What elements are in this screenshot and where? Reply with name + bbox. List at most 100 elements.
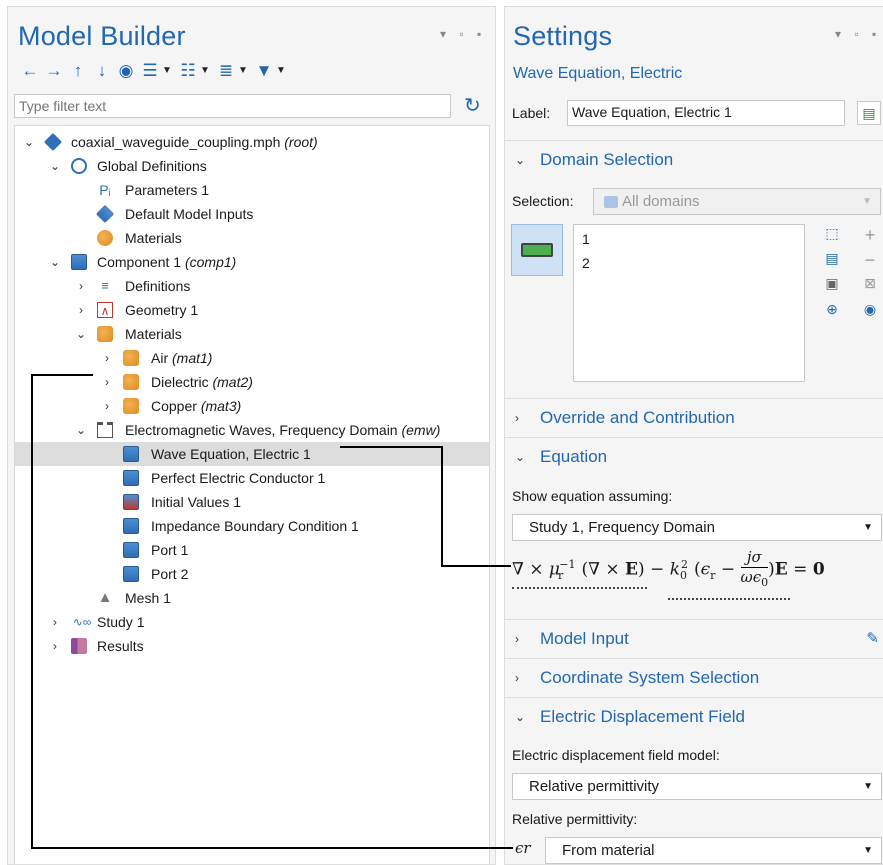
collapse-icon[interactable]: ☰ — [138, 61, 162, 81]
tree-item-port2[interactable]: Port 2 — [15, 562, 489, 586]
chevron-right-icon[interactable]: › — [101, 394, 113, 418]
model-icon — [43, 132, 63, 152]
chevron-down-icon[interactable]: ⌄ — [515, 438, 525, 476]
tree-item-study[interactable]: › ∿∞ Study 1 — [15, 610, 489, 634]
chevron-right-icon[interactable]: › — [49, 610, 61, 634]
filter-icon[interactable]: ▼ — [252, 61, 276, 81]
tree-item-definitions[interactable]: › ≡ Definitions — [15, 274, 489, 298]
chevron-right-icon[interactable]: › — [75, 274, 87, 298]
materials-icon — [97, 326, 113, 342]
tree-item-geometry[interactable]: › ∧ Geometry 1 — [15, 298, 489, 322]
tree-item-parameters[interactable]: Pᵢ Parameters 1 — [15, 178, 489, 202]
chevron-down-icon[interactable]: ▼ — [276, 61, 290, 81]
chevron-right-icon[interactable]: › — [515, 659, 519, 697]
tree-label: Perfect Electric Conductor 1 — [151, 470, 326, 486]
forward-arrow-icon[interactable]: → — [42, 61, 66, 81]
tree-item-global-definitions[interactable]: ⌄ Global Definitions — [15, 154, 489, 178]
add-icon[interactable]: + — [861, 225, 879, 246]
paste-icon[interactable]: ▣ — [823, 275, 841, 292]
list-icon[interactable]: ≣ — [214, 61, 238, 81]
list-item[interactable]: 1 — [582, 231, 590, 247]
label-field[interactable]: Wave Equation, Electric 1 — [567, 100, 845, 126]
tree-item-root[interactable]: ⌄ coaxial_waveguide_coupling.mph (root) — [15, 130, 489, 154]
remove-icon[interactable]: − — [861, 250, 879, 271]
tree-item-results[interactable]: › Results — [15, 634, 489, 658]
port-icon — [123, 542, 139, 558]
expand-icon[interactable]: ☷ — [176, 61, 200, 81]
permittivity-dropdown[interactable]: From material ▼ — [545, 837, 882, 864]
panel-controls[interactable]: ▾ ▫ ▪ — [440, 27, 486, 41]
filter-input[interactable] — [14, 94, 451, 118]
chevron-down-icon[interactable]: ⌄ — [75, 322, 87, 346]
tree-item-materials[interactable]: ⌄ Materials — [15, 322, 489, 346]
tree-item-copper[interactable]: › Copper (mat3) — [15, 394, 489, 418]
tree-item-global-materials[interactable]: Materials — [15, 226, 489, 250]
chevron-down-icon[interactable]: ⌄ — [75, 418, 87, 442]
section-model-input[interactable]: › Model Input ✎ — [505, 619, 883, 657]
definitions-icon: ≡ — [101, 278, 109, 293]
tree-item-pec[interactable]: Perfect Electric Conductor 1 — [15, 466, 489, 490]
section-override[interactable]: › Override and Contribution — [505, 398, 883, 436]
chevron-down-icon[interactable]: ⌄ — [23, 130, 35, 154]
tree-item-ibc[interactable]: Impedance Boundary Condition 1 — [15, 514, 489, 538]
study-dropdown[interactable]: Study 1, Frequency Domain ▼ — [512, 514, 882, 541]
tree-label: Component 1 — [97, 254, 182, 270]
show-icon[interactable]: ◉ — [114, 61, 138, 81]
section-electric-displacement[interactable]: ⌄ Electric Displacement Field — [505, 697, 883, 735]
up-arrow-icon[interactable]: ↑ — [66, 61, 90, 81]
chevron-down-icon[interactable]: ▼ — [238, 61, 252, 81]
active-toggle-button[interactable] — [511, 224, 563, 276]
section-coordinate-system[interactable]: › Coordinate System Selection — [505, 658, 883, 696]
chevron-right-icon[interactable]: › — [101, 346, 113, 370]
chevron-down-icon: ▼ — [863, 781, 873, 792]
chevron-right-icon[interactable]: › — [101, 370, 113, 394]
section-equation[interactable]: ⌄ Equation — [505, 437, 883, 475]
edf-model-caption: Electric displacement field model: — [512, 747, 720, 763]
chevron-down-icon[interactable]: ⌄ — [515, 698, 525, 736]
chevron-right-icon[interactable]: › — [515, 620, 519, 658]
tree-item-initial-values[interactable]: Initial Values 1 — [15, 490, 489, 514]
study-value: Study 1, Frequency Domain — [529, 519, 715, 536]
chevron-down-icon[interactable]: ▼ — [200, 61, 214, 81]
tree-item-mesh[interactable]: ▲ Mesh 1 — [15, 586, 489, 610]
chevron-right-icon[interactable]: › — [75, 298, 87, 322]
chevron-right-icon[interactable]: › — [515, 399, 519, 437]
back-arrow-icon[interactable]: ← — [18, 61, 42, 81]
tree-label: Initial Values 1 — [151, 494, 242, 510]
model-builder-title: Model Builder — [18, 21, 186, 51]
results-icon — [71, 638, 87, 654]
copy-icon[interactable]: ▤ — [823, 250, 841, 267]
tree-label: Port 1 — [151, 542, 189, 558]
refresh-icon[interactable]: ↻ — [464, 93, 481, 118]
tree-item-emw[interactable]: ⌄ Electromagnetic Waves, Frequency Domai… — [15, 418, 489, 442]
section-domain-selection[interactable]: ⌄ Domain Selection — [505, 140, 883, 178]
list-item[interactable]: 2 — [582, 255, 590, 271]
down-arrow-icon[interactable]: ↓ — [90, 61, 114, 81]
tree-item-air[interactable]: › Air (mat1) — [15, 346, 489, 370]
selection-dropdown[interactable]: All domains ▼ — [593, 188, 881, 215]
domain-list[interactable]: 1 2 — [573, 224, 805, 382]
chevron-right-icon[interactable]: › — [49, 634, 61, 658]
chevron-down-icon[interactable]: ⌄ — [49, 250, 61, 274]
tree-item-default-inputs[interactable]: Default Model Inputs — [15, 202, 489, 226]
chevron-down-icon: ▼ — [863, 845, 873, 856]
tree-item-port1[interactable]: Port 1 — [15, 538, 489, 562]
zoom-selection-icon[interactable]: ⊕ — [823, 301, 841, 318]
edit-icon[interactable]: ✎ — [866, 620, 879, 658]
label-caption: Label: — [512, 105, 551, 121]
tree-tag: (emw) — [401, 422, 441, 438]
chevron-down-icon[interactable]: ⌄ — [515, 141, 525, 179]
callout-line — [31, 374, 93, 376]
tree-item-component[interactable]: ⌄ Component 1 (comp1) — [15, 250, 489, 274]
panel-controls[interactable]: ▾ ▫ ▪ — [835, 27, 881, 41]
callout-line — [441, 446, 443, 567]
select-icon[interactable]: ⬚ — [823, 225, 841, 242]
edf-model-dropdown[interactable]: Relative permittivity ▼ — [512, 773, 882, 800]
equation-underline — [668, 598, 790, 600]
chevron-down-icon[interactable]: ▼ — [162, 61, 176, 81]
clear-icon[interactable]: ⊠ — [861, 275, 879, 292]
edit-label-icon[interactable]: ▤ — [857, 101, 881, 125]
chevron-down-icon[interactable]: ⌄ — [49, 154, 61, 178]
tree-label: Electromagnetic Waves, Frequency Domain — [125, 422, 398, 438]
show-icon[interactable]: ◉ — [861, 301, 879, 318]
